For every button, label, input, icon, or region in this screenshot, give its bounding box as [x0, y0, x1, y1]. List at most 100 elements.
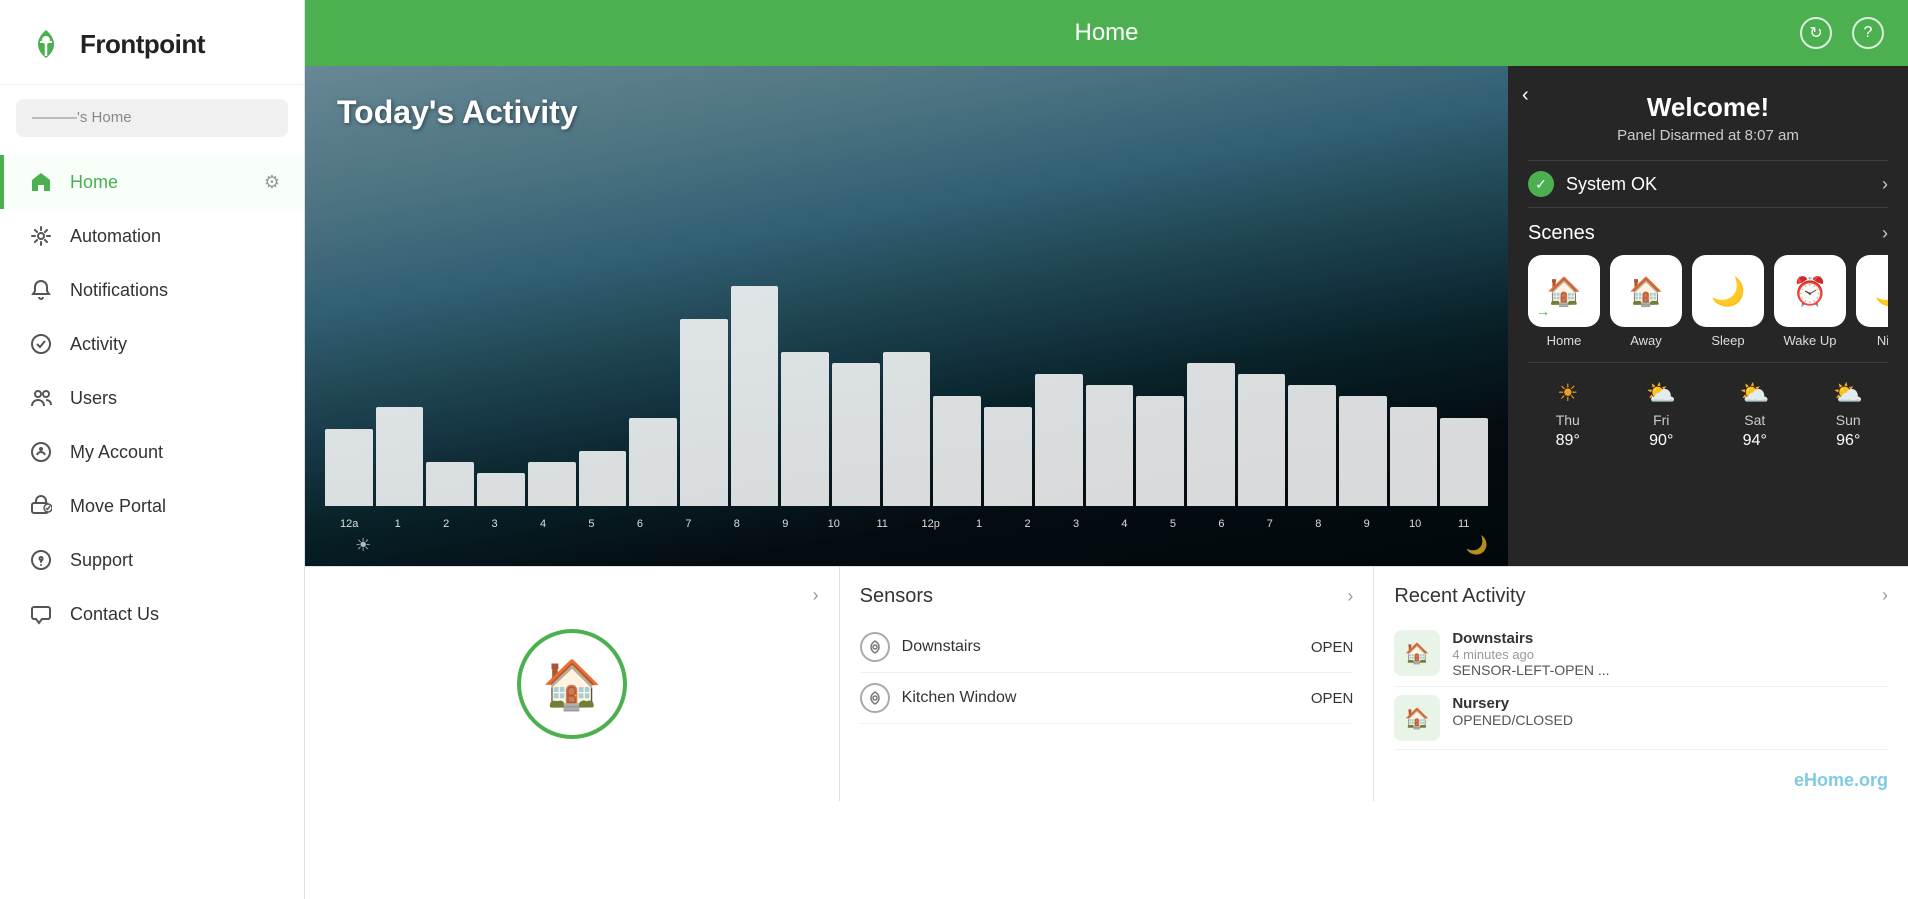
- scene-night[interactable]: 🌙 Night: [1856, 255, 1888, 348]
- refresh-icon[interactable]: ↻: [1800, 17, 1832, 49]
- activity-info: Nursery OPENED/CLOSED: [1452, 695, 1888, 728]
- security-panel: › 🏠: [305, 567, 840, 801]
- sidebar-item-users[interactable]: Users: [0, 371, 304, 425]
- weather-sun-icon: ⛅: [1740, 379, 1770, 408]
- weather-temp: 96°: [1836, 432, 1860, 450]
- scene-sleep[interactable]: 🌙 Sleep: [1692, 255, 1764, 348]
- weather-sun-icon: ⛅: [1646, 379, 1676, 408]
- activity-row-1[interactable]: 🏠 Nursery OPENED/CLOSED: [1394, 687, 1888, 750]
- chart-label: 10: [1391, 518, 1439, 530]
- sidebar-item-my-account[interactable]: My Account: [0, 425, 304, 479]
- sidebar: Frontpoint ———'s Home Home ⚙ Automation …: [0, 0, 305, 899]
- weather-temp: 89°: [1556, 432, 1580, 450]
- weather-Sun: ⛅ Sun 96°: [1809, 379, 1889, 450]
- support-icon: [28, 547, 54, 573]
- sensor-kitchen-window[interactable]: Kitchen Window OPEN: [860, 673, 1354, 724]
- security-button[interactable]: 🏠: [517, 629, 627, 739]
- weather-Thu: ☀ Thu 89°: [1528, 379, 1608, 450]
- sidebar-item-automation[interactable]: Automation: [0, 209, 304, 263]
- chart-bar: [579, 451, 627, 506]
- chart-bar: [426, 462, 474, 506]
- chart-label: 5: [1149, 518, 1197, 530]
- weather-temp: 94°: [1743, 432, 1767, 450]
- sidebar-label-move-portal: Move Portal: [70, 496, 166, 517]
- scene-icon-box: 🌙: [1692, 255, 1764, 327]
- sensor-status: OPEN: [1311, 690, 1354, 707]
- sidebar-item-move-portal[interactable]: Move Portal: [0, 479, 304, 533]
- activity-item-icon: 🏠: [1405, 641, 1430, 666]
- chart-bar: [376, 407, 424, 506]
- activity-title: Today's Activity: [337, 94, 578, 131]
- gear-icon[interactable]: ⚙: [264, 172, 280, 193]
- sidebar-item-activity[interactable]: Activity: [0, 317, 304, 371]
- scene-label: Away: [1630, 333, 1662, 348]
- chart-label: 5: [567, 518, 615, 530]
- sensors-list: Downstairs OPEN Kitchen Window OPEN: [860, 622, 1354, 724]
- chart-label: 12a: [325, 518, 373, 530]
- chart-bar: [832, 363, 880, 506]
- activity-panel: Today's Activity 12a123456789101112p1234…: [305, 66, 1508, 566]
- chart-bar: [1136, 396, 1184, 506]
- activity-list: 🏠 Downstairs 4 minutes ago SENSOR-LEFT-O…: [1394, 622, 1888, 750]
- security-chevron[interactable]: ›: [813, 585, 819, 606]
- topbar-icons: ↻ ?: [1800, 17, 1884, 49]
- home-icon: [28, 169, 54, 195]
- help-icon[interactable]: ?: [1852, 17, 1884, 49]
- chart-label: 8: [1294, 518, 1342, 530]
- sidebar-item-home[interactable]: Home ⚙: [0, 155, 304, 209]
- scene-label: Sleep: [1711, 333, 1744, 348]
- recent-activity-chevron[interactable]: ›: [1882, 585, 1888, 606]
- scene-icon-box: 🏠: [1610, 255, 1682, 327]
- recent-activity-header: Recent Activity ›: [1394, 585, 1888, 608]
- chart-label: 4: [1100, 518, 1148, 530]
- activity-item-desc: OPENED/CLOSED: [1452, 712, 1888, 728]
- main-content: Home ↻ ? Today's Activity 12a12345678910…: [305, 0, 1908, 899]
- sidebar-label-automation: Automation: [70, 226, 161, 247]
- check-icon: ✓: [1528, 171, 1554, 197]
- scenes-chevron[interactable]: ›: [1882, 223, 1888, 244]
- system-ok-row[interactable]: ✓ System OK ›: [1528, 160, 1888, 207]
- chart-label: 12p: [906, 518, 954, 530]
- scene-icon-box: ⏰: [1774, 255, 1846, 327]
- weather-row: ☀ Thu 89° ⛅ Fri 90° ⛅ Sat 94° ⛅ Sun 96°: [1528, 362, 1888, 450]
- notifications-icon: [28, 277, 54, 303]
- chart-label: 1: [373, 518, 421, 530]
- back-button[interactable]: ‹: [1522, 84, 1529, 107]
- sidebar-label-notifications: Notifications: [70, 280, 168, 301]
- chart-label: 3: [470, 518, 518, 530]
- activity-info: Downstairs 4 minutes ago SENSOR-LEFT-OPE…: [1452, 630, 1888, 678]
- scene-wake-up[interactable]: ⏰ Wake Up: [1774, 255, 1846, 348]
- sensors-panel: Sensors › Downstairs OPEN Kitchen Window…: [840, 567, 1375, 801]
- chart-bar: [883, 352, 931, 506]
- sidebar-item-notifications[interactable]: Notifications: [0, 263, 304, 317]
- chart-bar: [1440, 418, 1488, 506]
- sidebar-item-support[interactable]: Support: [0, 533, 304, 587]
- chart-bar: [781, 352, 829, 506]
- scenes-title: Scenes: [1528, 222, 1595, 245]
- sensors-chevron[interactable]: ›: [1347, 586, 1353, 607]
- logo-text: Frontpoint: [80, 29, 205, 60]
- move-portal-icon: [28, 493, 54, 519]
- sidebar-nav: Home ⚙ Automation Notifications Activity…: [0, 151, 304, 899]
- weather-day-label: Sun: [1836, 412, 1861, 428]
- chart-label: 6: [616, 518, 664, 530]
- chart-bar: [629, 418, 677, 506]
- weather-sun-icon: ☀: [1557, 379, 1579, 408]
- sidebar-item-contact-us[interactable]: Contact Us: [0, 587, 304, 641]
- users-icon: [28, 385, 54, 411]
- sunrise-icon: ☀: [355, 535, 371, 556]
- sidebar-label-activity: Activity: [70, 334, 127, 355]
- weather-day-label: Sat: [1744, 412, 1765, 428]
- scene-home[interactable]: 🏠→ Home: [1528, 255, 1600, 348]
- sensor-downstairs[interactable]: Downstairs OPEN: [860, 622, 1354, 673]
- home-selector[interactable]: ———'s Home: [16, 99, 288, 137]
- chart-bar: [933, 396, 981, 506]
- automation-icon: [28, 223, 54, 249]
- scene-away[interactable]: 🏠 Away: [1610, 255, 1682, 348]
- frontpoint-logo-icon: [24, 22, 68, 66]
- sidebar-label-contact-us: Contact Us: [70, 604, 159, 625]
- activity-item-name: Nursery: [1452, 695, 1888, 712]
- activity-row-0[interactable]: 🏠 Downstairs 4 minutes ago SENSOR-LEFT-O…: [1394, 622, 1888, 687]
- chart-bar: [528, 462, 576, 506]
- weather-Sat: ⛅ Sat 94°: [1715, 379, 1795, 450]
